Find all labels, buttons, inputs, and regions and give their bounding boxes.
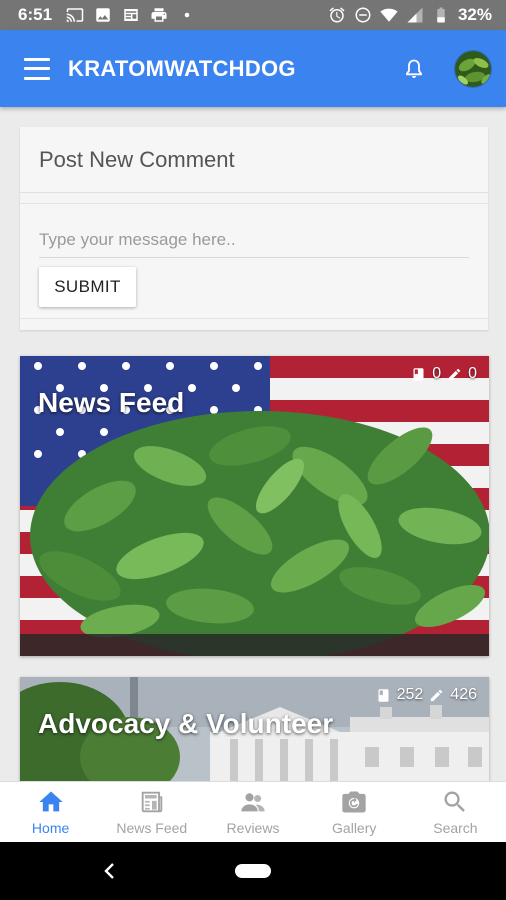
bell-icon[interactable] <box>400 55 428 83</box>
kratom-leaves <box>30 411 489 656</box>
system-nav-bar <box>0 842 506 900</box>
search-icon <box>441 788 469 816</box>
book-icon <box>413 367 424 381</box>
avatar[interactable] <box>454 49 492 88</box>
pencil-icon <box>431 689 443 701</box>
status-system-icons: 32% <box>328 5 492 25</box>
wifi-icon <box>380 8 398 22</box>
edit-count: 0 <box>468 365 477 382</box>
post-count: 252 <box>396 686 424 703</box>
print-icon <box>151 8 167 22</box>
post-comment-card: Post New Comment SUBMIT <box>20 127 488 330</box>
battery-percentage: 32% <box>457 5 492 24</box>
feed-card-title: News Feed <box>38 387 185 418</box>
bottom-nav: Home News Feed Reviews Gallery Search <box>0 781 506 842</box>
nav-label: Gallery <box>332 820 377 836</box>
nav-label: Home <box>31 820 70 836</box>
edit-count: 426 <box>450 686 477 703</box>
image-icon <box>96 8 110 22</box>
status-time: 6:51 <box>18 5 53 24</box>
nav-label: Reviews <box>226 820 280 836</box>
nav-home[interactable]: Home <box>0 782 101 842</box>
feed-card-stats: 0 0 <box>411 365 477 383</box>
people-icon <box>239 788 267 816</box>
status-bar: 6:51 32% <box>0 0 506 30</box>
menu-icon[interactable] <box>24 57 50 80</box>
post-count: 0 <box>432 365 442 382</box>
post-comment-header: Post New Comment <box>20 127 488 193</box>
cast-icon <box>66 8 84 22</box>
feed-card-advocacy-volunteer[interactable]: Advocacy & Volunteer 252 426 <box>20 677 489 787</box>
dot-icon <box>184 12 190 18</box>
back-icon[interactable] <box>100 860 120 882</box>
app-title: KRATOMWATCHDOG <box>68 55 296 81</box>
signal-icon <box>407 7 423 23</box>
card-footer-strip <box>20 634 489 656</box>
app-bar: KRATOMWATCHDOG <box>0 30 506 107</box>
status-notification-icons <box>66 6 196 24</box>
pencil-icon <box>448 368 461 380</box>
home-pill[interactable] <box>235 864 271 878</box>
nav-reviews[interactable]: Reviews <box>202 782 303 842</box>
post-comment-body: SUBMIT <box>20 203 488 319</box>
nav-label: Search <box>433 820 478 836</box>
feed-card-news-feed[interactable]: News Feed 0 0 <box>20 356 489 656</box>
book-icon <box>378 688 389 702</box>
nav-gallery[interactable]: Gallery <box>304 782 405 842</box>
nav-search[interactable]: Search <box>405 782 506 842</box>
message-input[interactable] <box>39 222 469 258</box>
dnd-icon <box>355 7 371 23</box>
feed-card-stats: 252 426 <box>376 686 477 704</box>
news-icon <box>124 9 138 21</box>
camera-icon <box>340 788 368 816</box>
submit-button[interactable]: SUBMIT <box>39 267 136 307</box>
home-icon <box>37 788 65 816</box>
alarm-icon <box>329 7 345 23</box>
newspaper-icon <box>138 788 166 816</box>
battery-icon <box>437 7 445 23</box>
feed-card-title: Advocacy & Volunteer <box>38 708 334 739</box>
nav-news-feed[interactable]: News Feed <box>101 782 202 842</box>
nav-label: News Feed <box>116 820 188 836</box>
